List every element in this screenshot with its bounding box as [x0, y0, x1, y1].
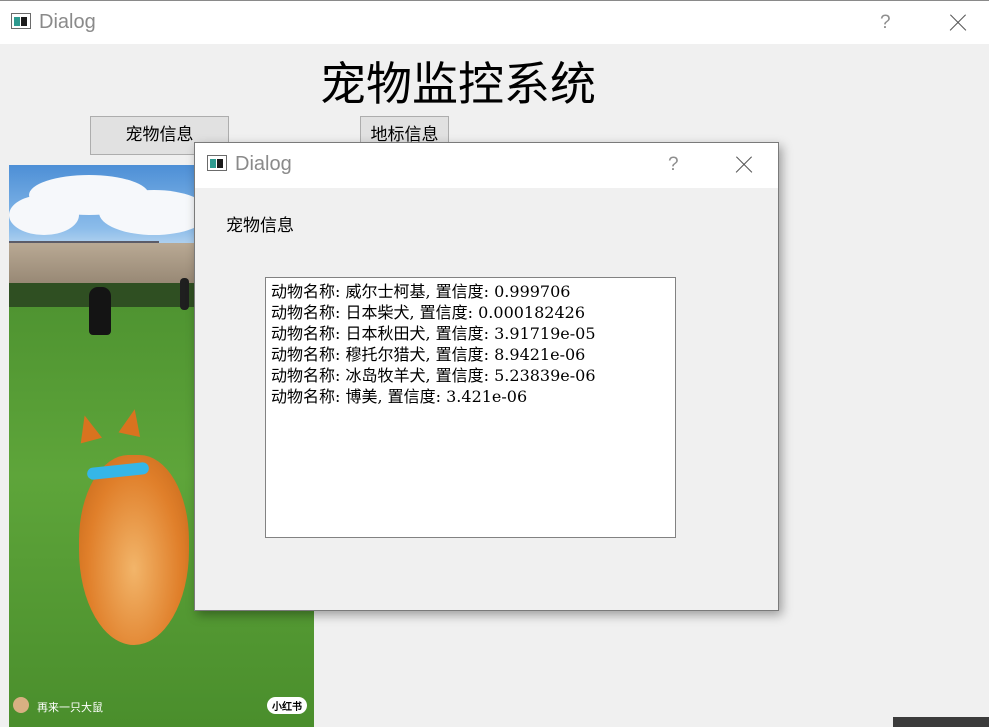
- close-icon[interactable]: [948, 13, 968, 33]
- dialog-app-icon: [207, 155, 227, 171]
- main-title-bar: Dialog ?: [0, 0, 989, 44]
- black-dog: [89, 287, 111, 335]
- page-title: 宠物监控系统: [320, 57, 596, 111]
- results-textbox[interactable]: 动物名称: 威尔士柯基, 置信度: 0.999706 动物名称: 日本柴犬, 置…: [265, 277, 676, 538]
- result-line: 动物名称: 冰岛牧羊犬, 置信度: 5.23839e-06: [271, 366, 596, 385]
- pet-info-label: 宠物信息: [226, 216, 294, 236]
- result-line: 动物名称: 威尔士柯基, 置信度: 0.999706: [271, 282, 571, 301]
- result-line: 动物名称: 博美, 置信度: 3.421e-06: [271, 387, 528, 406]
- dialog-title-bar: Dialog ?: [195, 143, 778, 188]
- dialog-title: Dialog: [235, 153, 292, 175]
- dialog-help-icon[interactable]: ?: [668, 154, 679, 176]
- result-line: 动物名称: 日本柴犬, 置信度: 0.000182426: [271, 303, 586, 322]
- app-icon: [11, 13, 31, 29]
- watermark-badge: 小红书: [267, 697, 307, 714]
- photo-caption: 再来一只大鼠: [37, 701, 103, 714]
- dialog-close-icon[interactable]: [734, 155, 754, 175]
- pet-info-dialog: Dialog ? 宠物信息 动物名称: 威尔士柯基, 置信度: 0.999706…: [194, 142, 779, 611]
- corgi-dog: [79, 455, 189, 645]
- bottom-overlay-bar: [893, 717, 989, 727]
- result-line: 动物名称: 日本秋田犬, 置信度: 3.91719e-05: [271, 324, 596, 343]
- avatar: [13, 697, 29, 713]
- help-icon[interactable]: ?: [880, 12, 891, 34]
- window-title: Dialog: [39, 11, 96, 33]
- result-line: 动物名称: 穆托尔猎犬, 置信度: 8.9421e-06: [271, 345, 586, 364]
